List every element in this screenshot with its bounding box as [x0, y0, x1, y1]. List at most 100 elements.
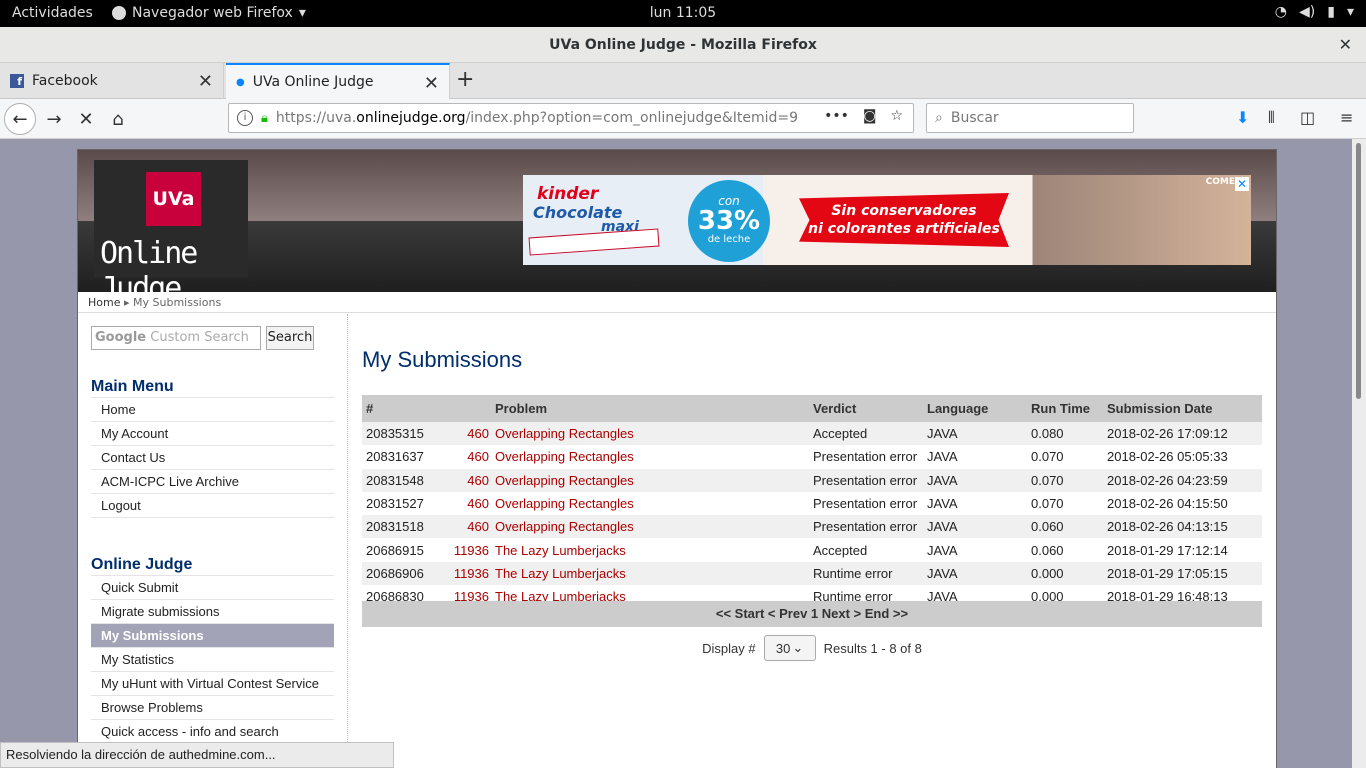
column-header-date: Submission Date	[1107, 395, 1262, 422]
site-logo[interactable]: UVa Online Judge	[94, 160, 248, 306]
menu-item-uhunt[interactable]: My uHunt with Virtual Contest Service	[91, 672, 334, 696]
menu-item-migrate-submissions[interactable]: Migrate submissions	[91, 600, 334, 624]
table-row: 20831637 460 Overlapping Rectangles Present…	[362, 445, 1262, 469]
table-row: 20686915 11936 The Lazy Lumberjacks Accepte…	[362, 538, 1262, 562]
ad-red-banner: Sin conservadores ni colorantes artifici…	[799, 193, 1009, 247]
search-icon: ⌕	[935, 110, 943, 126]
language-cell: JAVA	[925, 538, 1029, 562]
menu-item-my-statistics[interactable]: My Statistics	[91, 648, 334, 672]
menu-item-quick-submit[interactable]: Quick Submit	[91, 576, 334, 600]
menu-item-home[interactable]: Home	[91, 398, 334, 422]
display-controls: Display # 30 ⌄ Results 1 - 8 of 8	[362, 634, 1262, 662]
display-label: Display #	[702, 640, 756, 656]
back-button[interactable]: ←	[4, 103, 36, 135]
close-tab-icon[interactable]: ✕	[198, 71, 213, 92]
tab-facebook[interactable]: f Facebook ✕	[0, 63, 224, 99]
problem-id-link[interactable]: 11936	[450, 538, 495, 562]
problem-id-link[interactable]: 460	[450, 468, 495, 492]
problem-title-link[interactable]: Overlapping Rectangles	[495, 445, 811, 469]
library-icon[interactable]: ⫴	[1268, 108, 1275, 128]
ad-close-icon[interactable]: ✕	[1235, 177, 1249, 191]
main-content: My Submissions # Problem Verdict Languag…	[362, 314, 1262, 768]
chevron-down-icon: ⌄	[792, 640, 804, 655]
page-title: My Submissions	[362, 347, 523, 372]
ad-brand: kinder	[537, 184, 599, 204]
ad-circle: con 33% de leche	[688, 180, 770, 262]
run-time-cell: 0.070	[1029, 445, 1107, 469]
search-button[interactable]: Search	[266, 326, 314, 350]
menu-item-live-archive[interactable]: ACM-ICPC Live Archive	[91, 470, 334, 494]
language-cell: JAVA	[925, 561, 1029, 586]
menu-item-contact-us[interactable]: Contact Us	[91, 446, 334, 470]
online-judge-menu-title: Online Judge	[91, 556, 193, 573]
close-window-button[interactable]: ✕	[1339, 27, 1352, 63]
info-icon[interactable]: i	[237, 110, 253, 126]
page-actions-icon[interactable]: •••	[824, 108, 849, 124]
submissions-table: # Problem Verdict Language Run Time Subm…	[362, 395, 1262, 609]
problem-id-link[interactable]: 11936	[450, 561, 495, 586]
problem-id-link[interactable]: 460	[450, 445, 495, 469]
app-menu-button[interactable]: Navegador web Firefox ▾	[112, 5, 306, 21]
download-icon[interactable]: ⬇	[1236, 108, 1249, 127]
table-row: 20831518 460 Overlapping Rectangles Present…	[362, 515, 1262, 539]
lock-icon: 🔒︎	[261, 110, 268, 126]
system-tray[interactable]: ◔ ◀) ▮ ▾	[1275, 4, 1354, 20]
problem-id-link[interactable]: 460	[450, 422, 495, 446]
bookmark-star-icon[interactable]: ☆	[890, 108, 903, 124]
search-placeholder: Buscar	[950, 110, 999, 126]
pagination[interactable]: << Start < Prev 1 Next > End >>	[362, 601, 1262, 627]
home-button[interactable]: ⌂	[102, 103, 134, 135]
site-header: UVa Online Judge kinder Chocolate maxi c…	[78, 150, 1276, 306]
tab-bar: f Facebook ✕ ● UVa Online Judge ✕ +	[0, 63, 1366, 99]
problem-title-link[interactable]: The Lazy Lumberjacks	[495, 561, 811, 586]
page-scrollbar[interactable]	[1352, 139, 1366, 768]
stop-button[interactable]: ✕	[70, 103, 102, 135]
menu-item-browse-problems[interactable]: Browse Problems	[91, 696, 334, 720]
problem-title-link[interactable]: Overlapping Rectangles	[495, 515, 811, 539]
menu-icon[interactable]: ≡	[1340, 108, 1353, 127]
display-count-select[interactable]: 30 ⌄	[763, 635, 816, 661]
language-cell: JAVA	[925, 515, 1029, 539]
verdict-cell: Runtime error	[811, 561, 925, 586]
facebook-icon: f	[10, 74, 24, 88]
language-cell: JAVA	[925, 468, 1029, 492]
url-bar[interactable]: i 🔒︎ https://uva.onlinejudge.org/index.p…	[228, 103, 914, 133]
close-tab-icon[interactable]: ✕	[424, 73, 439, 94]
search-input[interactable]: ⌕ Buscar	[926, 103, 1134, 133]
problem-title-link[interactable]: The Lazy Lumberjacks	[495, 538, 811, 562]
menu-item-my-submissions[interactable]: My Submissions	[91, 624, 334, 648]
problem-title-link[interactable]: Overlapping Rectangles	[495, 491, 811, 516]
pocket-icon[interactable]: ◙	[863, 108, 877, 124]
loading-dot-icon: ●	[236, 76, 245, 88]
column-header-problem: Problem	[495, 395, 811, 422]
search-placeholder: Custom Search	[150, 330, 249, 345]
advertisement-banner[interactable]: kinder Chocolate maxi con 33% de leche S…	[523, 175, 1251, 265]
table-row: 20686906 11936 The Lazy Lumberjacks Runtime…	[362, 561, 1262, 586]
column-header-language: Language	[925, 395, 1029, 422]
activities-button[interactable]: Actividades	[12, 5, 93, 21]
google-label: Google	[95, 330, 147, 345]
problem-id-link[interactable]: 460	[450, 515, 495, 539]
sidebar-icon[interactable]: ◫	[1300, 108, 1315, 127]
submission-date-cell: 2018-01-29 17:05:15	[1107, 561, 1262, 586]
new-tab-button[interactable]: +	[456, 67, 474, 92]
problem-id-link[interactable]: 460	[450, 491, 495, 516]
status-bar: Resolviendo la dirección de authedmine.c…	[0, 742, 394, 768]
problem-title-link[interactable]: Overlapping Rectangles	[495, 422, 811, 446]
custom-search-input[interactable]: Google Custom Search	[91, 326, 261, 350]
forward-button[interactable]: →	[38, 103, 70, 135]
menu-item-logout[interactable]: Logout	[91, 494, 334, 518]
navigation-toolbar: ← → ✕ ⌂ i 🔒︎ https://uva.onlinejudge.org…	[0, 99, 1366, 139]
menu-item-quick-access[interactable]: Quick access - info and search	[91, 720, 334, 744]
results-count: Results 1 - 8 of 8	[823, 640, 922, 656]
breadcrumb-home-link[interactable]: Home	[88, 296, 120, 309]
scrollbar-thumb[interactable]	[1356, 143, 1361, 399]
problem-title-link[interactable]: Overlapping Rectangles	[495, 468, 811, 492]
menu-item-my-account[interactable]: My Account	[91, 422, 334, 446]
language-cell: JAVA	[925, 445, 1029, 469]
table-row: 20831527 460 Overlapping Rectangles Present…	[362, 491, 1262, 516]
column-header-verdict: Verdict	[811, 395, 925, 422]
tab-uva-online-judge[interactable]: ● UVa Online Judge ✕	[226, 63, 450, 99]
main-menu: Home My Account Contact Us ACM-ICPC Live…	[91, 397, 334, 518]
breadcrumb: Home ▸ My Submissions	[78, 293, 1276, 313]
